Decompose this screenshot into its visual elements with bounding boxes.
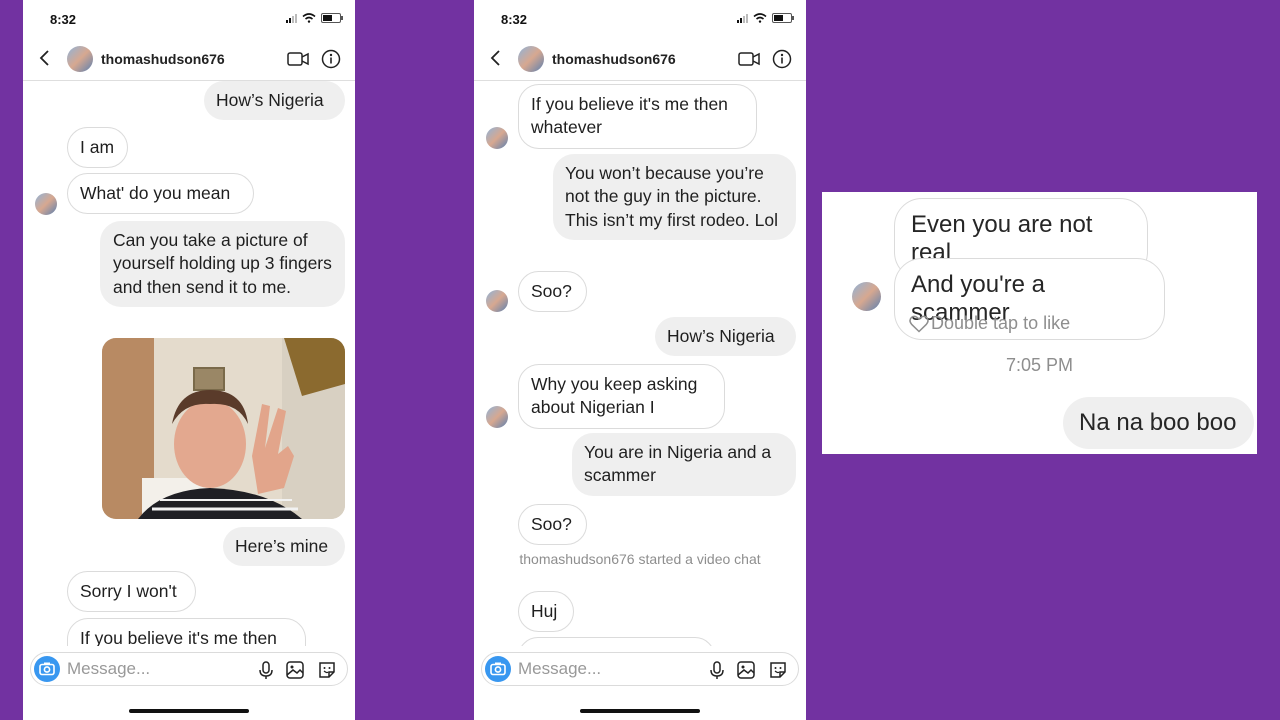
phone-screenshot-1: 8:32 thomashudson676 How’s Nigeria I am … [23,0,355,720]
message-thread: If you believe it's me then whatever You… [474,81,806,646]
incoming-message[interactable]: Huj [518,591,574,633]
outgoing-message[interactable]: Can you take a picture of yourself holdi… [100,221,345,307]
video-call-icon[interactable] [287,51,309,67]
home-indicator [580,709,700,713]
battery-icon [772,13,794,23]
message-thread: How’s Nigeria I am What' do you mean Can… [23,81,355,646]
header-avatar[interactable] [518,46,544,72]
status-bar: 8:32 [23,0,355,38]
camera-icon [490,662,506,676]
chat-header: thomashudson676 [474,38,806,81]
home-indicator [129,709,249,713]
incoming-message[interactable]: Why you keep asking about Nigerian I [518,364,725,429]
sender-avatar[interactable] [852,282,881,311]
sender-avatar[interactable] [486,290,508,312]
sender-avatar[interactable] [35,193,57,215]
double-tap-hint: Double tap to like [909,313,1070,334]
incoming-message-partial[interactable] [518,637,715,646]
outgoing-message[interactable]: How’s Nigeria [655,317,796,357]
sender-avatar[interactable] [486,406,508,428]
camera-icon [39,662,55,676]
signal-icon [737,13,748,23]
sticker-icon[interactable] [768,660,788,680]
status-bar: 8:32 [474,0,806,38]
video-chat-notice: thomashudson676 started a video chat [519,551,761,567]
back-chevron-icon[interactable] [486,48,506,68]
wifi-icon [302,13,316,23]
photo-selfie-image [102,338,345,519]
outgoing-message[interactable]: You are in Nigeria and a scammer [572,433,796,496]
outgoing-message[interactable]: Na na boo boo [1063,397,1254,449]
microphone-icon[interactable] [256,660,276,680]
gallery-icon[interactable] [736,660,756,680]
message-input[interactable] [518,653,688,685]
double-tap-text: Double tap to like [931,313,1071,333]
info-icon[interactable] [321,49,341,69]
chat-header: thomashudson676 [23,38,355,81]
microphone-icon[interactable] [707,660,727,680]
battery-icon [321,13,343,23]
camera-button[interactable] [34,656,60,682]
header-avatar[interactable] [67,46,93,72]
outgoing-message[interactable]: Here’s mine [223,527,345,567]
timestamp: 7:05 PM [1005,355,1074,375]
incoming-message[interactable]: Soo? [518,271,587,313]
signal-icon [286,13,297,23]
message-composer [30,652,348,686]
status-time: 8:32 [501,12,528,27]
incoming-message[interactable]: Soo? [518,504,587,546]
status-icons [286,13,343,23]
back-chevron-icon[interactable] [35,48,55,68]
sticker-icon[interactable] [317,660,337,680]
outgoing-message[interactable]: You won’t because you’re not the guy in … [553,154,796,240]
header-username[interactable]: thomashudson676 [552,51,676,67]
status-time: 8:32 [50,12,77,27]
message-input[interactable] [67,653,237,685]
status-icons [737,13,794,23]
video-call-icon[interactable] [738,51,760,67]
sender-avatar[interactable] [486,127,508,149]
outgoing-message[interactable]: How’s Nigeria [204,81,345,121]
shared-photo[interactable] [102,338,345,519]
phone-screenshot-2: 8:32 thomashudson676 If you believe it's… [474,0,806,720]
incoming-message[interactable]: Sorry I won't [67,571,196,613]
incoming-message[interactable]: If you believe it's me then whatever [518,84,757,149]
info-icon[interactable] [772,49,792,69]
wifi-icon [753,13,767,23]
camera-button[interactable] [485,656,511,682]
header-username[interactable]: thomashudson676 [101,51,225,67]
incoming-message[interactable]: If you believe it's me then [67,618,306,646]
heart-icon [909,315,929,333]
incoming-message[interactable]: I am [67,127,128,169]
incoming-message[interactable]: What' do you mean [67,173,254,215]
gallery-icon[interactable] [285,660,305,680]
zoomed-message-crop: Even you are not real And you're a scamm… [822,192,1257,454]
message-composer [481,652,799,686]
